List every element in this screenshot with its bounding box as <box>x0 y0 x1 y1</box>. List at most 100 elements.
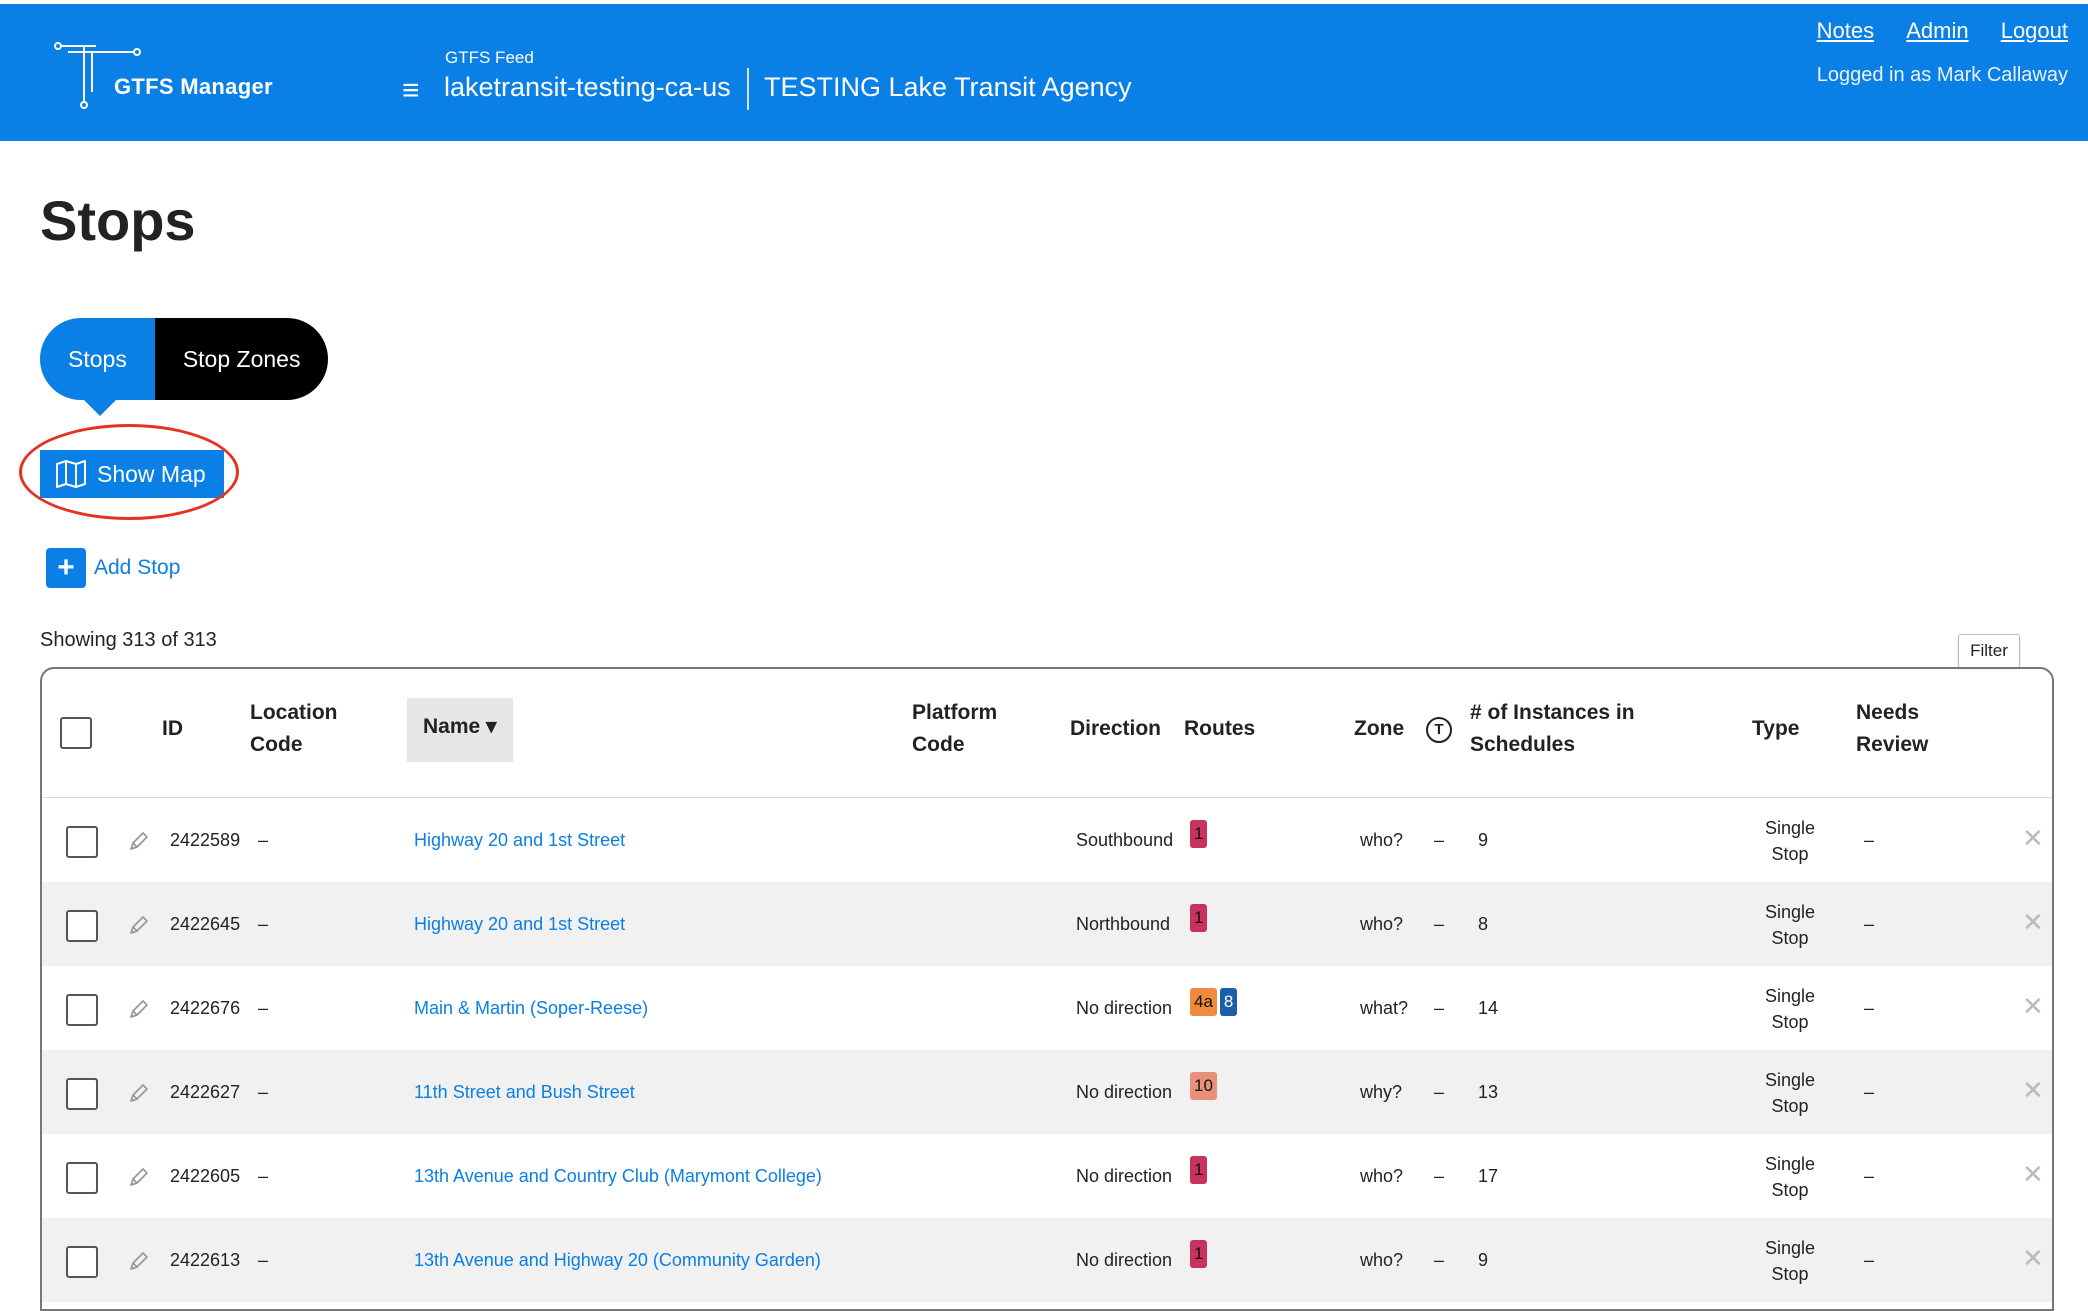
col-platform-code-line2: Code <box>912 733 965 756</box>
header-divider <box>747 68 749 110</box>
add-stop-label: Add Stop <box>94 556 181 579</box>
select-all-checkbox[interactable] <box>60 717 92 749</box>
col-instances-line2: Schedules <box>1470 733 1576 756</box>
table-row: 2422605–13th Avenue and Country Club (Ma… <box>42 1134 2052 1218</box>
col-needs-review-line1: Needs <box>1856 701 1920 724</box>
col-platform-code[interactable]: Platform Code <box>912 697 997 761</box>
route-badges: 1 <box>1190 1240 1210 1268</box>
needs-review: – <box>1864 830 1875 850</box>
row-checkbox[interactable] <box>66 826 98 858</box>
logged-in-user: Logged in as Mark Callaway <box>1816 64 2068 86</box>
col-location-code-line2: Code <box>250 733 303 756</box>
feed-name[interactable]: laketransit-testing-ca-us <box>444 72 731 103</box>
brand-name[interactable]: GTFS Manager <box>114 74 273 100</box>
show-map-button[interactable]: Show Map <box>40 450 224 498</box>
stop-type-line2: Stop <box>1771 1096 1809 1116</box>
stop-type-line2: Stop <box>1771 1180 1809 1200</box>
table-row: 2422676– Main & Martin (Soper-Reese) No di… <box>42 966 2052 1050</box>
col-type[interactable]: Type <box>1752 713 1799 745</box>
zone: why? <box>1360 1082 1403 1102</box>
route-badge[interactable]: 10 <box>1190 1072 1217 1100</box>
zone: who? <box>1360 914 1404 934</box>
location-code: – <box>258 1250 269 1270</box>
page-title: Stops <box>40 189 196 252</box>
stop-type-line1: Single <box>1764 818 1816 838</box>
col-zone[interactable]: Zone <box>1354 713 1404 745</box>
route-badge[interactable]: 1 <box>1190 1240 1208 1268</box>
col-name-sorted[interactable]: Name ▾ <box>407 698 513 762</box>
col-routes[interactable]: Routes <box>1184 713 1255 745</box>
stop-type-line1: Single <box>1764 1238 1816 1258</box>
edit-pencil-icon[interactable] <box>128 1082 150 1104</box>
zone: who? <box>1360 1166 1404 1186</box>
edit-pencil-icon[interactable] <box>128 914 150 936</box>
edit-pencil-icon[interactable] <box>128 1250 150 1272</box>
delete-icon[interactable]: ✕ <box>2022 907 2044 938</box>
transit-value: – <box>1434 1166 1445 1186</box>
edit-pencil-icon[interactable] <box>128 998 150 1020</box>
route-badges: 10 <box>1190 1072 1220 1100</box>
row-checkbox[interactable] <box>66 1162 98 1194</box>
table-header: ID Location Code Name ▾ Platform Code Di… <box>42 669 2052 798</box>
stop-name-link[interactable]: 11th Street and Bush Street <box>414 1079 635 1105</box>
delete-icon[interactable]: ✕ <box>2022 1243 2044 1274</box>
route-badge[interactable]: 1 <box>1190 820 1208 848</box>
instances-count: 9 <box>1478 830 1489 850</box>
agency-name[interactable]: TESTING Lake Transit Agency <box>764 72 1132 103</box>
tab-stop-zones[interactable]: Stop Zones <box>154 318 329 400</box>
stop-name-link[interactable]: Main & Martin (Soper-Reese) <box>414 995 648 1021</box>
hamburger-menu-icon[interactable]: ≡ <box>402 76 420 106</box>
admin-link[interactable]: Admin <box>1906 18 1968 43</box>
route-badge[interactable]: 1 <box>1190 1156 1208 1184</box>
col-location-code[interactable]: Location Code <box>250 697 338 761</box>
logout-link[interactable]: Logout <box>2001 18 2068 43</box>
delete-icon[interactable]: ✕ <box>2022 991 2044 1022</box>
delete-icon[interactable]: ✕ <box>2022 1075 2044 1106</box>
route-badges: 4a 8 <box>1190 988 1240 1016</box>
col-instances[interactable]: # of Instances in Schedules <box>1470 697 1635 761</box>
zone: what? <box>1360 998 1409 1018</box>
notes-link[interactable]: Notes <box>1817 18 1874 43</box>
route-badges: 1 <box>1190 1156 1210 1184</box>
edit-pencil-icon[interactable] <box>128 830 150 852</box>
table-row: 2422613–13th Avenue and Highway 20 (Comm… <box>42 1218 2052 1302</box>
stop-type-line2: Stop <box>1771 928 1809 948</box>
direction: No direction <box>1076 1166 1173 1186</box>
row-checkbox[interactable] <box>66 1078 98 1110</box>
row-checkbox[interactable] <box>66 994 98 1026</box>
needs-review: – <box>1864 1166 1875 1186</box>
needs-review: – <box>1864 914 1875 934</box>
location-code: – <box>258 1082 269 1102</box>
results-count: Showing 313 of 313 <box>40 629 217 651</box>
table-row: 2422627–11th Street and Bush Street No di… <box>42 1050 2052 1134</box>
tab-stops[interactable]: Stops <box>40 318 155 416</box>
stop-type-line2: Stop <box>1771 844 1809 864</box>
location-code: – <box>258 914 269 934</box>
stop-name-link[interactable]: 13th Avenue and Highway 20 (Community Ga… <box>414 1247 821 1273</box>
stop-type: Single Stop <box>1760 983 1820 1035</box>
stop-type: Single Stop <box>1760 1067 1820 1119</box>
stop-name-link[interactable]: Highway 20 and 1st Street <box>414 827 625 853</box>
delete-icon[interactable]: ✕ <box>2022 823 2044 854</box>
table-row: 2422589– Highway 20 and 1st Street Southbo… <box>42 798 2052 882</box>
col-instances-line1: # of Instances in <box>1470 701 1635 724</box>
stop-name-link[interactable]: Highway 20 and 1st Street <box>414 911 625 937</box>
needs-review: – <box>1864 998 1875 1018</box>
route-badge[interactable]: 1 <box>1190 904 1208 932</box>
col-direction[interactable]: Direction <box>1070 713 1161 745</box>
col-needs-review[interactable]: Needs Review <box>1856 697 1928 761</box>
delete-icon[interactable]: ✕ <box>2022 1159 2044 1190</box>
row-checkbox[interactable] <box>66 910 98 942</box>
route-badge[interactable]: 4a <box>1190 988 1217 1016</box>
edit-pencil-icon[interactable] <box>128 1166 150 1188</box>
row-checkbox[interactable] <box>66 1246 98 1278</box>
col-id[interactable]: ID <box>162 713 183 745</box>
route-badge[interactable]: 8 <box>1219 988 1238 1016</box>
instances-count: 9 <box>1478 1250 1489 1270</box>
stop-type-line1: Single <box>1764 902 1816 922</box>
stop-type: Single Stop <box>1760 899 1820 951</box>
direction: Southbound <box>1076 830 1174 850</box>
stop-name-link[interactable]: 13th Avenue and Country Club (Marymont C… <box>414 1163 822 1189</box>
col-needs-review-line2: Review <box>1856 733 1929 756</box>
filter-button[interactable]: Filter <box>1958 634 2020 668</box>
